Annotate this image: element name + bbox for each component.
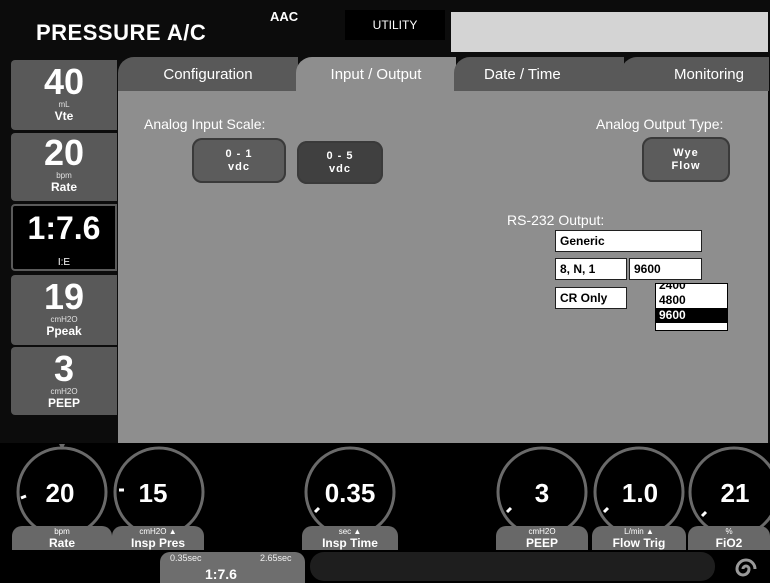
ie-max-time: 2.65sec	[260, 553, 292, 563]
rs232-protocol-field[interactable]: Generic	[555, 230, 702, 252]
ie-min-time: 0.35sec	[170, 553, 202, 563]
ie-ratio-value: 1:7.6	[205, 566, 237, 582]
flow-trig-dial-label[interactable]: L/min ▲ Flow Trig	[592, 526, 686, 550]
mode-title: PRESSURE A/C	[36, 20, 207, 45]
baud-dropdown-list[interactable]: 2400 4800 9600	[655, 283, 728, 331]
param-vte[interactable]: 40 mL Vte	[11, 60, 117, 130]
baud-option-selected[interactable]: 9600	[656, 308, 727, 323]
insp-time-dial-label[interactable]: sec ▲ Insp Time	[302, 526, 398, 550]
baud-option[interactable]: 2400	[656, 284, 727, 293]
rs232-baud-field[interactable]: 9600	[629, 258, 702, 280]
arrow-up-icon: ▲	[645, 527, 654, 536]
tab-input-output[interactable]: Input / Output	[296, 57, 456, 91]
param-ie-ratio[interactable]: 1:7.6 I:E	[11, 204, 117, 271]
insp-time-dial-value: 0.35	[324, 478, 376, 508]
arrow-up-icon: ▲	[353, 527, 362, 536]
mode-badge: AAC	[270, 9, 299, 24]
rs232-framing-field[interactable]: 8, N, 1	[555, 258, 627, 280]
tab-monitoring[interactable]: Monitoring	[621, 57, 769, 91]
utility-tabs: Configuration Input / Output Date / Time…	[118, 57, 770, 91]
utility-tab[interactable]: UTILITY	[345, 10, 445, 40]
arrow-up-icon: ▲	[168, 527, 177, 536]
analog-output-type-button[interactable]: Wye Flow	[642, 137, 730, 182]
rate-dial-label[interactable]: bpm Rate	[12, 526, 112, 550]
insp-pres-dial-value: 15	[138, 478, 168, 508]
param-peep[interactable]: 3 cmH2O PEEP	[11, 347, 117, 415]
param-rate[interactable]: 20 bpm Rate	[11, 133, 117, 201]
message-bar	[310, 552, 715, 581]
tab-date-time[interactable]: Date / Time	[454, 57, 624, 91]
peep-dial-label[interactable]: cmH2O PEEP	[496, 526, 588, 550]
baud-option[interactable]: 4800	[656, 293, 727, 308]
fio2-dial-value: 21	[720, 478, 750, 508]
analog-input-0-1v-button[interactable]: 0 - 1 vdc	[192, 138, 286, 183]
insp-pres-dial-label[interactable]: cmH2O ▲ Insp Pres	[112, 526, 204, 550]
analog-input-0-5v-button[interactable]: 0 - 5 vdc	[297, 141, 383, 184]
analog-input-label: Analog Input Scale:	[144, 116, 266, 132]
spiral-logo-icon	[735, 558, 757, 577]
rs232-line-end-field[interactable]: CR Only	[555, 287, 627, 309]
flow-trig-dial-value: 1.0	[621, 478, 659, 508]
rate-dial-value: 20	[45, 478, 75, 508]
param-ppeak[interactable]: 19 cmH2O Ppeak	[11, 275, 117, 345]
fio2-dial-label[interactable]: % FiO2	[688, 526, 770, 550]
peep-dial-value: 3	[534, 478, 550, 508]
header-status-box	[451, 12, 768, 52]
tab-configuration[interactable]: Configuration	[118, 57, 298, 91]
analog-output-label: Analog Output Type:	[596, 116, 724, 132]
rs232-output-label: RS-232 Output:	[507, 212, 605, 228]
